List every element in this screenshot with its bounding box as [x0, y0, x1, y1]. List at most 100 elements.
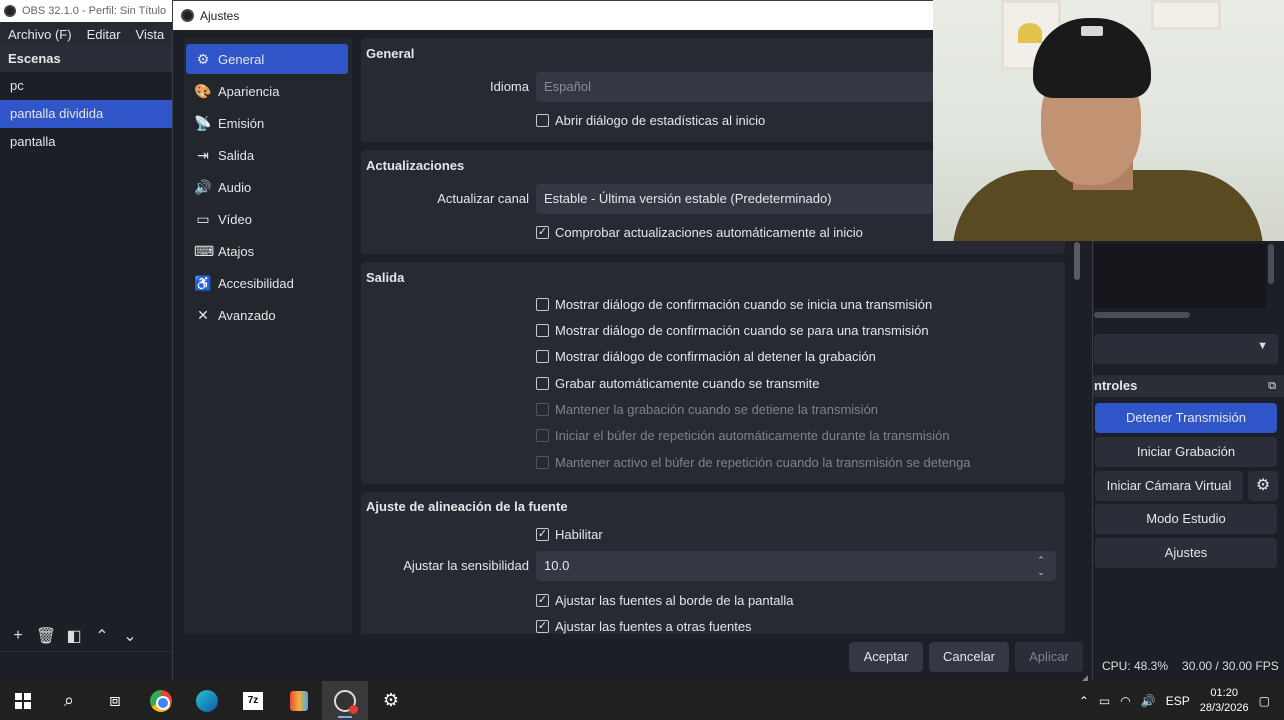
move-up-icon[interactable]: ⌃ [90, 624, 114, 648]
snap-other-sources-checkbox[interactable]: ✓ Ajustar las fuentes a otras fuentes [536, 619, 752, 634]
virtual-camera-button[interactable]: Iniciar Cámara Virtual [1095, 471, 1243, 501]
obs-window-title: OBS 32.1.0 - Perfil: Sin Título [0, 0, 175, 22]
chrome-icon[interactable] [138, 681, 184, 720]
confirm-stop-record-checkbox[interactable]: Mostrar diálogo de confirmación al deten… [536, 349, 876, 364]
nav-item-atajos[interactable]: ⌨ Atajos [186, 236, 348, 266]
checkbox-label: Ajustar las fuentes al borde de la panta… [555, 593, 794, 608]
stop-stream-button[interactable]: Detener Transmisión [1095, 403, 1277, 433]
checkbox-label: Abrir diálogo de estadísticas al inicio [555, 113, 766, 128]
menu-archivo[interactable]: Archivo (F) [8, 27, 72, 42]
nav-label: Salida [218, 147, 255, 163]
start-recording-button[interactable]: Iniciar Grabación [1095, 437, 1277, 467]
section-output: Salida Mostrar diálogo de confirmación c… [361, 262, 1065, 484]
start-button[interactable] [0, 681, 46, 720]
filter-scene-icon[interactable]: ◧ [62, 624, 86, 648]
add-scene-icon[interactable]: + [6, 624, 30, 648]
scene-item-pantalla[interactable]: pantalla [0, 128, 172, 156]
apply-button: Aplicar [1015, 642, 1083, 672]
checkbox-label: Habilitar [555, 527, 603, 542]
settings-nav: ⚙ General 🎨 Apariencia 📡 Emisión ⇥ Salid… [184, 38, 352, 634]
scene-item-pc[interactable]: pc [0, 72, 172, 100]
search-icon[interactable]: ⌕ [46, 681, 92, 720]
nav-item-emision[interactable]: 📡 Emisión [186, 108, 348, 138]
obs-logo-icon [181, 9, 194, 22]
nav-item-apariencia[interactable]: 🎨 Apariencia [186, 76, 348, 106]
nav-item-general[interactable]: ⚙ General [186, 44, 348, 74]
horizontal-scrollbar[interactable] [1094, 312, 1190, 318]
palette-icon: 🎨 [194, 82, 212, 99]
snapping-enable-checkbox[interactable]: ✓ Habilitar [536, 527, 603, 542]
section-title-general: General [366, 46, 415, 61]
auto-update-checkbox[interactable]: ✓ Comprobar actualizaciones automáticame… [536, 225, 863, 240]
nav-label: Vídeo [218, 211, 252, 227]
settings-scrollbar[interactable] [1074, 242, 1080, 280]
checkbox-label: Ajustar las fuentes a otras fuentes [555, 619, 752, 634]
obs-logo-icon [4, 5, 16, 17]
spin-arrows-icon[interactable]: ⌃ ⌄ [1034, 551, 1048, 581]
transition-select[interactable]: ▼ [1094, 334, 1278, 364]
cpu-usage: CPU: 48.3% [1102, 659, 1169, 673]
accessibility-icon: ♿ [194, 274, 212, 291]
task-view-icon[interactable]: ⧈ [92, 681, 138, 720]
accept-button[interactable]: Aceptar [849, 642, 923, 672]
wifi-icon[interactable]: ◠ [1120, 694, 1130, 708]
nav-item-salida[interactable]: ⇥ Salida [186, 140, 348, 170]
controls-header: ntroles ⧉ [1090, 375, 1284, 397]
nav-item-accesibilidad[interactable]: ♿ Accesibilidad [186, 268, 348, 298]
checkbox-box [536, 429, 549, 442]
chevron-down-icon: ▼ [1257, 340, 1268, 352]
sensitivity-label: Ajustar la sensibilidad [403, 558, 529, 573]
settings-gear-icon[interactable]: ⚙ [368, 681, 414, 720]
notifications-icon[interactable]: ▢ [1259, 694, 1270, 708]
checkbox-label: Mostrar diálogo de confirmación cuando s… [555, 323, 929, 338]
cancel-button[interactable]: Cancelar [929, 642, 1009, 672]
move-down-icon[interactable]: ⌄ [118, 624, 142, 648]
nav-label: General [218, 51, 265, 67]
menu-editar[interactable]: Editar [87, 27, 121, 42]
nav-label: Accesibilidad [218, 275, 294, 291]
checkbox-label: Mostrar diálogo de confirmación cuando s… [555, 297, 933, 312]
scenes-header: Escenas [0, 46, 172, 72]
auto-record-checkbox[interactable]: Grabar automáticamente cuando se transmi… [536, 376, 819, 391]
stats-dialog-checkbox[interactable]: Abrir diálogo de estadísticas al inicio [536, 113, 765, 128]
nav-label: Emisión [218, 115, 265, 131]
section-snapping: Ajuste de alineación de la fuente ✓ Habi… [361, 492, 1065, 634]
vertical-scrollbar[interactable] [1268, 244, 1274, 284]
scene-item-pantalla-dividida[interactable]: pantalla dividida [0, 100, 172, 128]
checkbox-box: ✓ [536, 620, 549, 633]
replay-buffer-start-checkbox: Iniciar el búfer de repetición automátic… [536, 428, 950, 443]
monitor-icon: ▭ [196, 210, 210, 227]
windows-logo-icon [15, 692, 31, 709]
update-channel-label: Actualizar canal [437, 191, 529, 206]
chevron-up-icon[interactable]: ⌃ [1079, 694, 1089, 708]
7zip-icon[interactable]: 7z [230, 681, 276, 720]
virtual-camera-settings-gear-icon[interactable]: ⚙ [1248, 471, 1278, 501]
nav-item-avanzado[interactable]: ✕ Avanzado [186, 300, 348, 330]
sensitivity-value: 10.0 [544, 558, 570, 573]
battery-icon[interactable]: ▭ [1099, 694, 1110, 708]
volume-icon[interactable]: 🔊 [1141, 694, 1156, 708]
edge-icon[interactable] [184, 681, 230, 720]
snap-screen-edge-checkbox[interactable]: ✓ Ajustar las fuentes al borde de la pan… [536, 593, 794, 608]
checkbox-box [536, 298, 549, 311]
checkbox-box: ✓ [536, 528, 549, 541]
clock[interactable]: 01:20 28/3/2026 [1200, 686, 1249, 716]
language-indicator[interactable]: ESP [1166, 694, 1190, 708]
scenes-toolbar: + 🗑 ◧ ⌃ ⌄ [0, 622, 172, 650]
nav-item-audio[interactable]: 🔊 Audio [186, 172, 348, 202]
sensitivity-spinbox[interactable]: 10.0 ⌃ ⌄ [536, 551, 1056, 581]
paint-icon[interactable] [276, 681, 322, 720]
checkbox-box [536, 324, 549, 337]
delete-scene-icon[interactable]: 🗑 [34, 624, 58, 648]
fps-readout: 30.00 / 30.00 FPS [1182, 659, 1279, 673]
nav-item-video[interactable]: ▭ Vídeo [186, 204, 348, 234]
menu-vista[interactable]: Vista [136, 27, 165, 42]
checkbox-box: ✓ [536, 226, 549, 239]
checkbox-label: Mantener activo el búfer de repetición c… [555, 455, 971, 470]
undock-icon[interactable]: ⧉ [1268, 375, 1276, 397]
confirm-start-stream-checkbox[interactable]: Mostrar diálogo de confirmación cuando s… [536, 297, 932, 312]
confirm-stop-stream-checkbox[interactable]: Mostrar diálogo de confirmación cuando s… [536, 323, 929, 338]
obs-taskbar-icon[interactable] [322, 681, 368, 720]
studio-mode-button[interactable]: Modo Estudio [1095, 504, 1277, 534]
settings-button[interactable]: Ajustes [1095, 538, 1277, 568]
